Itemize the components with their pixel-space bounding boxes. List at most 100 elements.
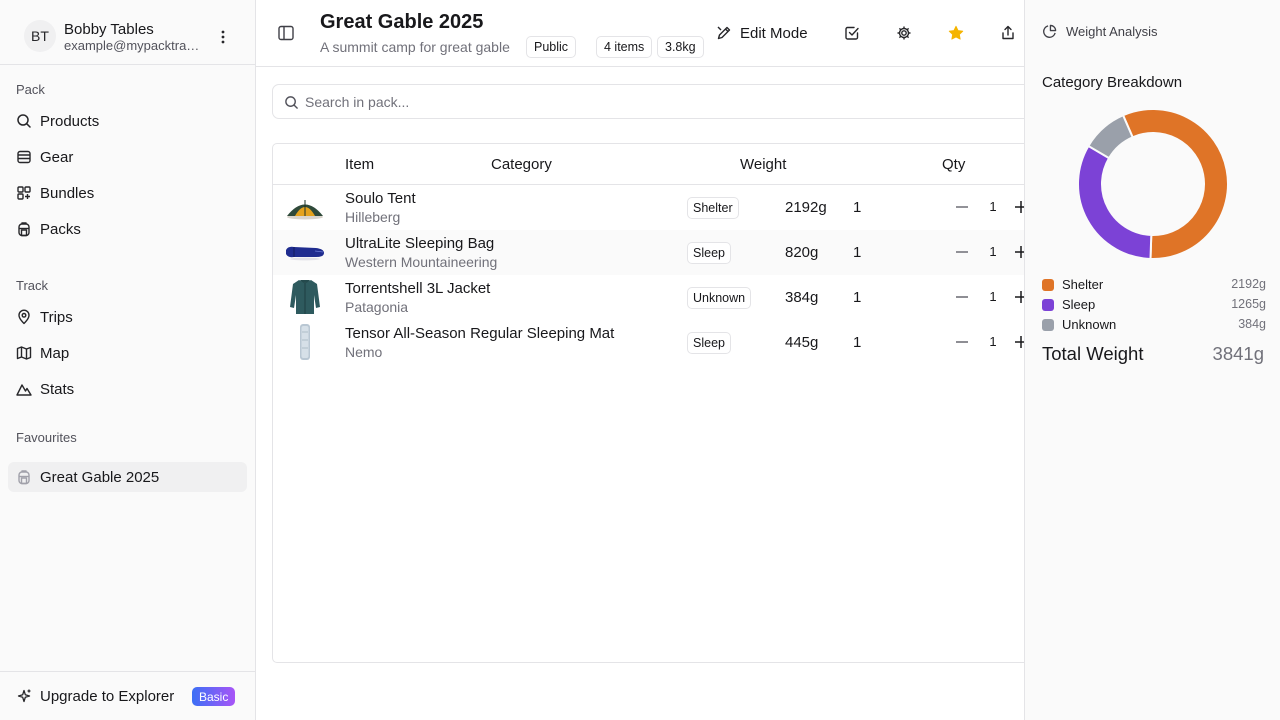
table-row[interactable]: Torrentshell 3L Jacket Patagonia Unknown… xyxy=(273,275,1031,320)
item-weight: 820g xyxy=(785,244,819,261)
plan-badge: Basic xyxy=(192,687,236,706)
item-name: Tensor All-Season Regular Sleeping Mat xyxy=(345,325,615,342)
column-header-weight[interactable]: Weight xyxy=(740,156,786,173)
column-header-qty[interactable]: Qty xyxy=(942,156,965,173)
share-icon[interactable] xyxy=(999,24,1017,42)
legend-item-unknown: Unknown 384g xyxy=(1042,316,1266,334)
sleeping-mat-thumbnail xyxy=(285,322,325,362)
total-weight-value: 3841g xyxy=(1212,343,1264,364)
backpack-icon xyxy=(16,469,32,485)
legend-swatch xyxy=(1042,319,1054,331)
table-row[interactable]: UltraLite Sleeping Bag Western Mountaine… xyxy=(273,230,1031,275)
table-header: Item Category Weight Qty xyxy=(273,144,1031,185)
edit-mode-button[interactable]: Edit Mode xyxy=(716,22,808,44)
map-pin-icon xyxy=(16,309,32,325)
edit-mode-label: Edit Mode xyxy=(740,24,808,42)
sidebar-item-packs[interactable]: Packs xyxy=(8,214,247,244)
total-weight-label: Total Weight xyxy=(1042,343,1144,364)
sidebar-item-label: Products xyxy=(40,112,100,130)
legend-value: 1265g xyxy=(1231,297,1266,311)
tent-thumbnail xyxy=(285,187,325,227)
item-weight: 384g xyxy=(785,289,819,306)
section-label-favourites: Favourites xyxy=(16,430,77,445)
sidebar-item-bundles[interactable]: Bundles xyxy=(8,178,247,208)
item-brand: Western Mountaineering xyxy=(345,254,498,270)
item-count-badge: 4 items xyxy=(596,36,653,58)
table-row[interactable]: Tensor All-Season Regular Sleeping Mat N… xyxy=(273,320,1031,365)
minus-icon[interactable] xyxy=(955,334,969,350)
pie-chart-icon xyxy=(1042,24,1057,39)
sidebar-item-label: Great Gable 2025 xyxy=(40,468,160,486)
donut-slice-sleep[interactable] xyxy=(1077,144,1153,260)
settings-gear-icon[interactable] xyxy=(895,24,913,42)
legend-swatch xyxy=(1042,279,1054,291)
sidebar-toggle-icon[interactable] xyxy=(277,24,295,42)
category-badge: Sleep xyxy=(687,332,731,354)
quantity-stepper-value[interactable]: 1 xyxy=(985,289,1001,304)
minus-icon[interactable] xyxy=(955,244,969,260)
sidebar-item-label: Trips xyxy=(40,308,73,326)
search-icon xyxy=(16,113,32,129)
sidebar-item-great-gable-2025[interactable]: Great Gable 2025 xyxy=(8,462,247,492)
backpack-icon xyxy=(16,221,32,237)
sidebar-item-label: Packs xyxy=(40,220,81,238)
pack-search[interactable] xyxy=(272,84,1032,119)
pack-header: Great Gable 2025 A summit camp for great… xyxy=(256,0,1024,67)
column-header-category[interactable]: Category xyxy=(491,156,552,173)
search-input[interactable] xyxy=(305,86,1005,117)
gear-stack-icon xyxy=(16,149,32,165)
avatar[interactable]: BT xyxy=(24,20,56,52)
main-content: Great Gable 2025 A summit camp for great… xyxy=(256,0,1032,720)
sidebar-item-map[interactable]: Map xyxy=(8,338,247,368)
sidebar-item-stats[interactable]: Stats xyxy=(8,374,247,404)
legend-swatch xyxy=(1042,299,1054,311)
table-row[interactable]: Soulo Tent Hilleberg Shelter 2192g 1 1 xyxy=(273,185,1031,230)
panel-heading-label: Weight Analysis xyxy=(1066,24,1158,39)
legend-label: Sleep xyxy=(1062,297,1096,312)
item-quantity: 1 xyxy=(853,199,862,216)
sidebar-item-trips[interactable]: Trips xyxy=(8,302,247,332)
legend-item-sleep: Sleep 1265g xyxy=(1042,296,1266,314)
section-label-pack: Pack xyxy=(16,82,45,97)
legend-value: 384g xyxy=(1238,317,1266,331)
item-name: UltraLite Sleeping Bag xyxy=(345,235,495,252)
item-name: Soulo Tent xyxy=(345,190,416,207)
legend-value: 2192g xyxy=(1231,277,1266,291)
item-brand: Patagonia xyxy=(345,299,409,315)
bundle-icon xyxy=(16,185,32,201)
favourite-star-icon[interactable] xyxy=(947,24,965,42)
checklist-icon[interactable] xyxy=(843,24,861,42)
item-quantity: 1 xyxy=(853,334,862,351)
sparkles-icon xyxy=(16,688,32,704)
legend-item-shelter: Shelter 2192g xyxy=(1042,276,1266,294)
minus-icon[interactable] xyxy=(955,199,969,215)
upgrade-button[interactable]: Upgrade to Explorer Basic xyxy=(0,671,255,720)
pack-items-table: Item Category Weight Qty Soulo Tent Hill… xyxy=(272,143,1032,663)
quantity-stepper-value[interactable]: 1 xyxy=(985,199,1001,214)
user-email: example@mypacktracker.com xyxy=(64,38,204,53)
item-name: Torrentshell 3L Jacket xyxy=(345,280,491,297)
legend-label: Unknown xyxy=(1062,317,1117,332)
sidebar-item-products[interactable]: Products xyxy=(8,106,247,136)
search-icon xyxy=(284,95,299,110)
upgrade-label: Upgrade to Explorer xyxy=(40,688,175,705)
section-label-track: Track xyxy=(16,278,49,293)
page-subtitle: A summit camp for great gable xyxy=(320,39,510,55)
category-donut-chart xyxy=(1077,108,1229,260)
minus-icon[interactable] xyxy=(955,289,969,305)
more-vertical-icon[interactable] xyxy=(213,27,233,47)
category-badge: Unknown xyxy=(687,287,752,309)
column-header-item[interactable]: Item xyxy=(345,156,374,173)
panel-heading: Weight Analysis xyxy=(1042,24,1158,39)
category-breakdown-title: Category Breakdown xyxy=(1042,74,1183,91)
mountain-icon xyxy=(16,381,32,397)
visibility-badge: Public xyxy=(526,36,577,58)
sleeping-bag-thumbnail xyxy=(285,232,325,272)
sidebar-item-label: Stats xyxy=(40,380,75,398)
sidebar-item-gear[interactable]: Gear xyxy=(8,142,247,172)
user-card[interactable]: BT Bobby Tables example@mypacktracker.co… xyxy=(0,0,255,65)
item-quantity: 1 xyxy=(853,244,862,261)
quantity-stepper-value[interactable]: 1 xyxy=(985,334,1001,349)
quantity-stepper-value[interactable]: 1 xyxy=(985,244,1001,259)
item-weight: 2192g xyxy=(785,199,827,216)
